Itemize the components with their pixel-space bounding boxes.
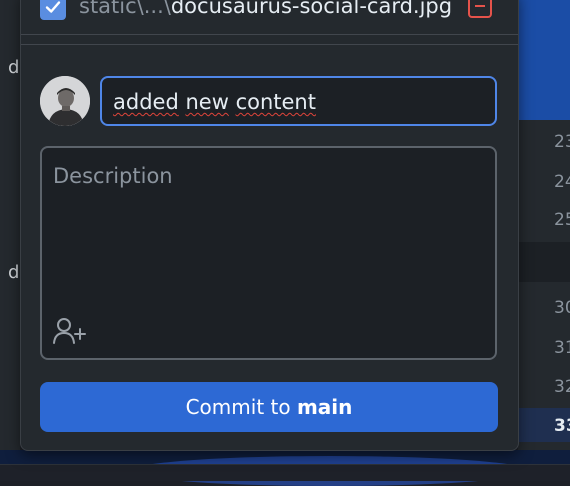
summary-word: added — [113, 90, 179, 114]
line-number: 31 — [554, 338, 570, 358]
summary-word: new — [185, 90, 229, 114]
add-coauthor-button[interactable] — [52, 316, 90, 350]
checkmark-icon — [45, 1, 61, 13]
divider — [21, 44, 518, 45]
file-path: static\...\docusaurus-social-card.jpg — [79, 0, 452, 18]
line-number: 25 — [554, 210, 570, 230]
commit-button[interactable]: Commit to main — [40, 382, 498, 432]
background-band — [518, 242, 570, 282]
avatar-image — [40, 76, 90, 126]
background-highlight — [518, 0, 570, 120]
commit-summary-input[interactable]: added new content — [100, 76, 497, 126]
line-number: 30 — [554, 298, 570, 318]
file-deleted-icon — [468, 0, 492, 18]
commit-panel: static\...\docusaurus-social-card.jpg ad… — [20, 0, 519, 451]
file-include-checkbox[interactable] — [40, 0, 66, 20]
background-left-pane: d d — [0, 0, 20, 480]
line-number: 33 — [554, 416, 570, 436]
avatar[interactable] — [40, 76, 90, 126]
background-text: d — [8, 262, 20, 283]
branch-name: main — [296, 395, 353, 419]
line-number: 32 — [554, 377, 570, 397]
line-number: 24 — [554, 172, 570, 192]
description-placeholder: Description — [53, 164, 173, 188]
changed-file-row[interactable]: static\...\docusaurus-social-card.jpg — [21, 0, 518, 34]
commit-button-label: Commit to — [185, 395, 297, 419]
file-name: docusaurus-social-card.jpg — [170, 0, 453, 18]
divider — [21, 34, 518, 35]
add-user-icon — [53, 318, 86, 344]
summary-space — [229, 90, 236, 114]
summary-word: content — [235, 90, 316, 114]
file-directory: static\...\ — [79, 0, 171, 18]
commit-description-input[interactable]: Description — [40, 146, 497, 360]
taskbar — [0, 464, 570, 481]
line-number: 23 — [554, 132, 570, 152]
background-text: d — [8, 57, 20, 78]
background-editor-gutter: 23 24 25 30 31 32 33 — [518, 120, 570, 480]
